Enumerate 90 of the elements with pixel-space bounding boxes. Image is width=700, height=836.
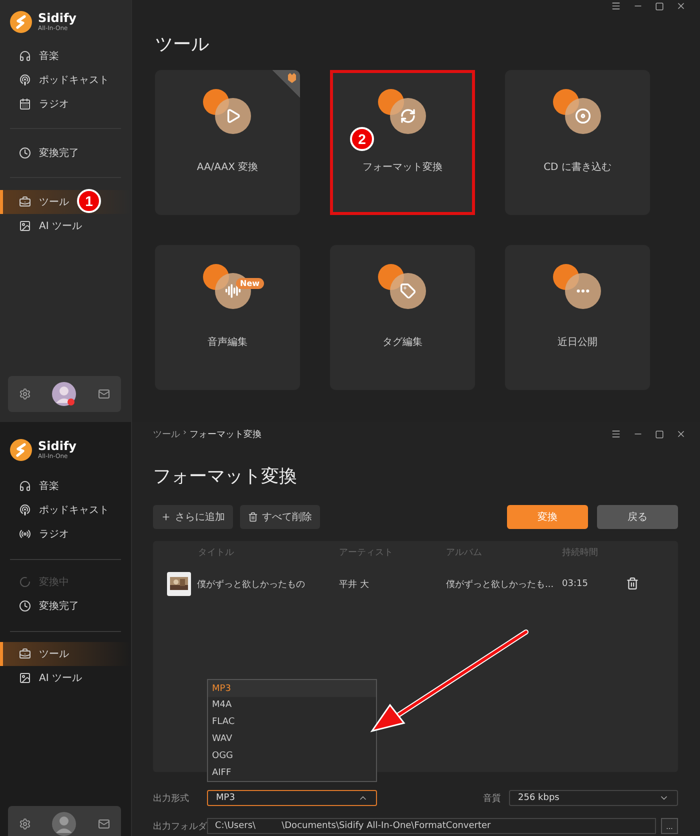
page-title: ツール (155, 34, 210, 56)
back-button[interactable]: 戻る (597, 505, 678, 529)
tool-card[interactable]: AA/AAX 変換 (155, 70, 300, 215)
image-icon (19, 220, 31, 232)
calendar-icon (19, 98, 31, 110)
clock-icon (19, 600, 31, 612)
quality-select[interactable]: 256 kbps (509, 790, 678, 806)
format-select[interactable]: MP3 (207, 790, 377, 806)
nav-item[interactable]: ラジオ (0, 92, 131, 116)
mail-icon[interactable] (98, 818, 110, 830)
field-label: 出力フォルダ (153, 820, 207, 832)
more-badge-icon (552, 264, 602, 310)
headphones-icon (19, 50, 31, 62)
play-badge-icon (202, 89, 252, 135)
settings-icon[interactable] (18, 388, 31, 400)
close-icon[interactable] (676, 1, 686, 11)
toolbox-icon (19, 648, 31, 660)
card-label: 音声編集 (208, 336, 248, 349)
menu-icon[interactable] (611, 1, 621, 11)
logo-icon (10, 11, 32, 33)
table-cell-text: 僕がずっと欲しかったも... (446, 578, 555, 590)
column-header: アルバム (446, 546, 483, 558)
podcast-icon (19, 74, 31, 86)
table-cell-text: 03:15 (562, 579, 589, 589)
nav-item[interactable]: AI ツール (0, 666, 131, 690)
nav-item[interactable]: ラジオ (0, 522, 131, 546)
logo-icon (10, 439, 32, 461)
disc-badge-icon (552, 89, 602, 135)
menu-option[interactable]: OGG (208, 747, 376, 764)
step-marker: 2 (350, 127, 374, 151)
mail-icon[interactable] (98, 388, 110, 400)
page-title: フォーマット変換 (153, 466, 298, 488)
column-header: 持続時間 (562, 546, 599, 558)
maximize-icon[interactable] (655, 2, 664, 10)
loading-icon (19, 576, 31, 588)
card-label: フォーマット変換 (362, 160, 442, 174)
menu-option[interactable]: MP3 (208, 680, 376, 698)
nav-item[interactable]: ポッドキャスト (0, 498, 131, 522)
breadcrumb-separator: › (183, 428, 187, 440)
step-marker: 1 (77, 189, 101, 213)
refresh-badge-icon (378, 89, 428, 135)
menu-option[interactable]: M4A (208, 697, 376, 714)
radio-icon (19, 528, 31, 540)
field-label: 音質 (483, 792, 501, 804)
maximize-icon[interactable] (655, 430, 664, 438)
tool-card[interactable]: New 音声編集 (155, 245, 300, 390)
close-icon[interactable] (676, 429, 686, 439)
menu-option[interactable]: AIFF (208, 764, 376, 781)
nav-item[interactable]: 音楽 (0, 44, 131, 68)
nav-item[interactable]: ポッドキャスト (0, 68, 131, 92)
table-cell-text: 平井 大 (339, 578, 370, 590)
tool-card[interactable]: 2 フォーマット変換 (330, 70, 475, 215)
tool-card[interactable]: タグ編集 (330, 245, 475, 390)
folder-field[interactable]: C:\Users\ \Documents\Sidify All-In-One\FormatConverter (207, 818, 656, 834)
avatar-icon[interactable] (52, 812, 76, 836)
tool-card[interactable]: CD に書き込む (505, 70, 650, 215)
card-label: タグ編集 (382, 336, 422, 349)
delete-all-button[interactable]: すべて削除 (240, 505, 320, 529)
brand-name: Sidify (38, 12, 77, 24)
nav-item[interactable]: 音楽 (0, 474, 131, 498)
breadcrumb-link[interactable]: ツール (153, 428, 180, 440)
brand-name: Sidify (38, 440, 77, 452)
menu-option[interactable]: FLAC (208, 714, 376, 731)
new-badge: New (236, 278, 264, 289)
field-label: 出力形式 (153, 792, 190, 804)
table-cell-text: 僕がずっと欲しかったもの (197, 578, 305, 590)
nav-item[interactable]: 変換完了 (0, 594, 131, 618)
clock-icon (19, 147, 31, 159)
card-label: AA/AAX 変換 (196, 160, 258, 174)
avatar-icon[interactable] (52, 382, 76, 406)
image-icon (19, 672, 31, 684)
menu-icon[interactable] (611, 429, 621, 439)
nav-item[interactable]: 変換完了 (0, 141, 131, 165)
tool-card[interactable]: 近日公開 (505, 245, 650, 390)
toolbox-icon (19, 196, 31, 208)
breadcrumb-current: フォーマット変換 (190, 428, 262, 440)
browse-button[interactable]: ... (661, 818, 678, 834)
settings-icon[interactable] (18, 818, 31, 830)
menu-option[interactable]: WAV (208, 730, 376, 748)
add-button[interactable]: さらに追加 (153, 505, 233, 529)
card-label: 近日公開 (558, 336, 598, 349)
trash-icon (248, 512, 258, 522)
nav-item[interactable]: AI ツール (0, 214, 131, 238)
trash-icon[interactable] (626, 576, 639, 590)
column-header: タイトル (197, 546, 235, 558)
headphones-icon (19, 480, 31, 492)
podcast-icon (19, 504, 31, 516)
plus-icon (161, 512, 171, 522)
tag-badge-icon (378, 264, 428, 310)
card-label: CD に書き込む (544, 160, 612, 174)
